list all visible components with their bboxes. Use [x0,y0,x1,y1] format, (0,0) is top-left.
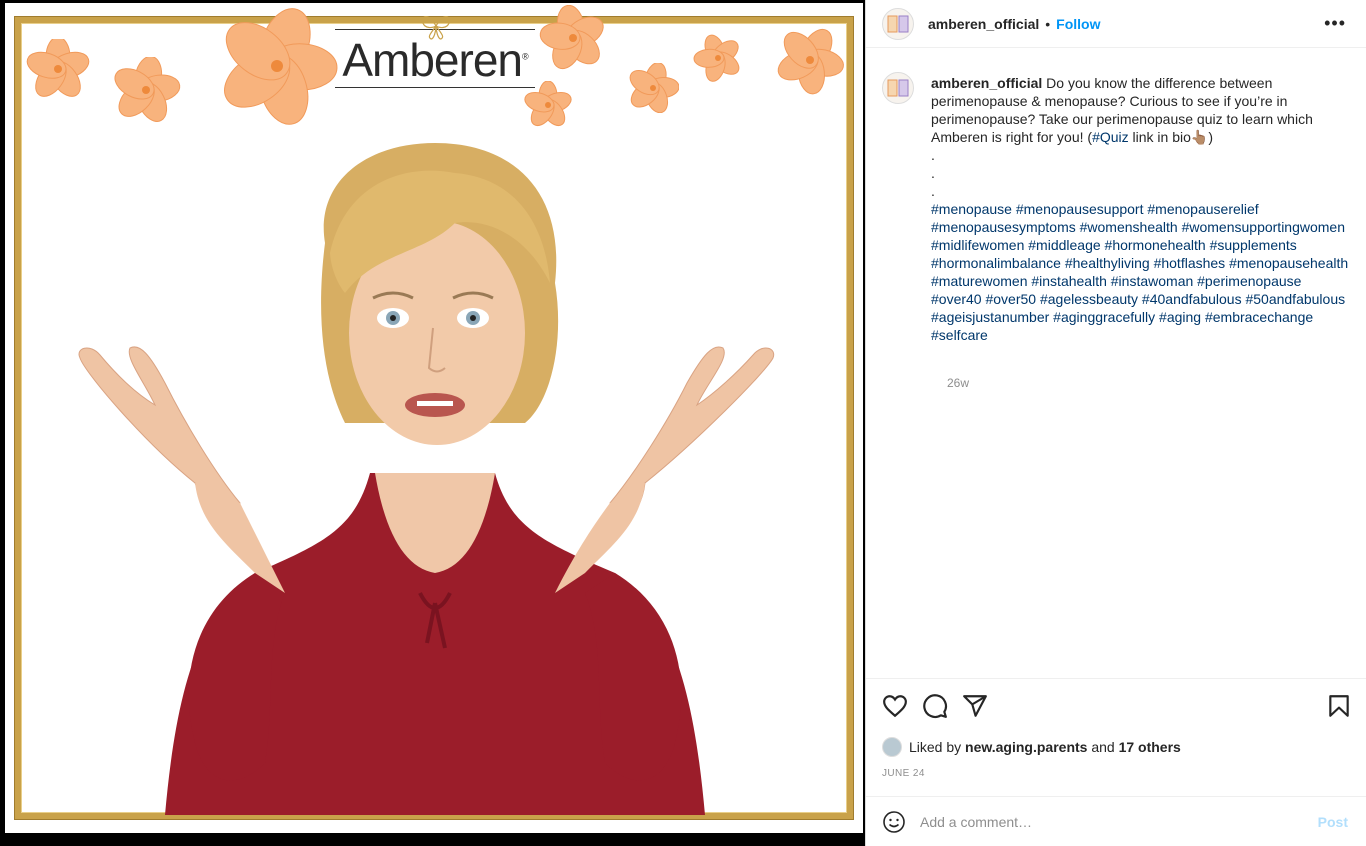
time-ago[interactable]: 26w [947,376,969,390]
likes-prefix: Liked by [909,739,962,755]
pointing-up-emoji: 👆🏽 [1190,129,1209,145]
post-media-area: Amberen® [0,0,865,846]
comment-input[interactable] [920,813,1290,830]
liker-username[interactable]: new.aging.parents [965,739,1087,755]
caption-body-3: ) [1208,129,1214,145]
hashtag-list[interactable]: #menopause #menopausesupport #menopauser… [931,200,1351,344]
flower-decoration [26,39,90,97]
header-separator: • [1045,15,1051,32]
brand-logo: Amberen® [342,34,528,86]
flower-decoration [629,63,679,113]
follow-button[interactable]: Follow [1056,16,1100,32]
heart-icon[interactable] [882,693,908,719]
share-icon[interactable] [962,693,988,719]
caption-body-2: link in bio [1128,129,1191,145]
post-side-panel: amberen_official • Follow ••• amberen_of… [865,0,1366,846]
post-comment-button[interactable]: Post [1318,814,1348,830]
flower-decoration [539,5,604,70]
likes-summary: Liked by new.aging.parents and 17 others [882,737,1181,757]
flower-decoration [524,81,572,127]
woman-shrugging-photo [78,143,775,815]
emoji-icon[interactable] [882,810,906,834]
flower-decoration [224,8,338,125]
post-date[interactable]: JUNE 24 [882,768,925,779]
caption-dot: . [931,147,935,163]
caption-dot: . [931,183,935,199]
likes-middle: and [1091,739,1115,755]
bookmark-icon[interactable] [1326,693,1352,719]
flower-decoration [777,28,844,95]
avatar[interactable] [882,7,914,40]
product-avatar-icon [887,15,909,32]
comment-icon[interactable] [922,693,948,719]
comment-bar: Post [866,796,1366,846]
logo-rule-bottom [335,87,535,88]
more-options-icon[interactable]: ••• [1324,13,1346,34]
caption-text: amberen_official Do you know the differe… [931,74,1351,344]
post-header: amberen_official • Follow ••• [866,0,1366,48]
flower-decoration [114,57,181,122]
avatar[interactable] [882,72,914,104]
quiz-hashtag-link[interactable]: #Quiz [1092,129,1129,145]
caption-username[interactable]: amberen_official [931,75,1042,91]
flower-decoration [693,34,740,82]
likes-others-link[interactable]: 17 others [1119,739,1181,755]
product-avatar-icon [887,79,909,97]
header-username[interactable]: amberen_official [928,16,1039,32]
action-bar: Liked by new.aging.parents and 17 others… [866,678,1366,796]
caption-dot: . [931,165,935,181]
liker-avatar[interactable] [882,737,902,757]
post-image[interactable]: Amberen® [5,3,863,833]
